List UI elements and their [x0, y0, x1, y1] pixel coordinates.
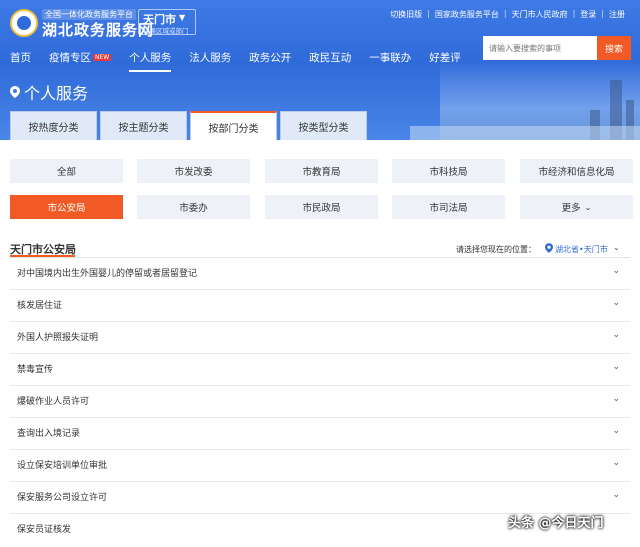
- link-register[interactable]: 注册: [604, 9, 630, 20]
- dept-more-button[interactable]: 更多 ⌄: [520, 195, 633, 219]
- caret-down-icon: ▼: [179, 13, 186, 22]
- service-item-label: 保安员证核发: [17, 525, 72, 535]
- link-city-government[interactable]: 天门市人民政府: [507, 9, 573, 20]
- new-badge: NEW: [93, 54, 112, 61]
- nav-legal-person-services[interactable]: 法人服务: [189, 46, 231, 72]
- nav-one-stop[interactable]: 一事联办: [369, 46, 411, 72]
- city-switcher[interactable]: 天门市 ▼ 切换区域或部门: [138, 9, 196, 35]
- tab-by-type[interactable]: 按类型分类: [280, 111, 367, 140]
- dept-economy-information[interactable]: 市经济和信息化局: [520, 159, 633, 183]
- link-national-platform[interactable]: 国家政务服务平台: [430, 9, 504, 20]
- chevron-down-icon: ⌄: [612, 490, 620, 500]
- service-item[interactable]: 禁毒宣传 ⌄: [10, 354, 630, 386]
- city-switch-hint: 切换区域或部门: [143, 27, 189, 35]
- chevron-down-icon: ⌄: [612, 426, 620, 436]
- dept-development-reform[interactable]: 市发改委: [137, 159, 250, 183]
- service-item[interactable]: 外国人护照报失证明 ⌄: [10, 322, 630, 354]
- nav-epidemic[interactable]: 疫情专区 NEW: [49, 46, 112, 72]
- dept-science-technology[interactable]: 市科技局: [392, 159, 505, 183]
- service-item[interactable]: 爆破作业人员许可 ⌄: [10, 386, 630, 418]
- dept-all[interactable]: 全部: [10, 159, 123, 183]
- location-pin-icon: [10, 86, 20, 98]
- nav-personal-services[interactable]: 个人服务: [129, 46, 172, 72]
- service-item-label: 保安服务公司设立许可: [17, 493, 108, 503]
- chevron-down-icon: ⌄: [612, 458, 620, 468]
- header-banner: 全国一体化政务服务平台 湖北政务服务网 天门市 ▼ 切换区域或部门 切换旧版 | …: [0, 0, 640, 140]
- source-watermark: 头条 @今日天门: [508, 516, 604, 531]
- nav-evaluation[interactable]: 好差评: [429, 46, 461, 72]
- service-item[interactable]: 设立保安培训单位审批 ⌄: [10, 450, 630, 482]
- nav-public-interaction[interactable]: 政民互动: [309, 46, 351, 72]
- lake-image: [410, 126, 640, 140]
- top-links: 切换旧版 | 国家政务服务平台 | 天门市人民政府 | 登录 | 注册: [385, 9, 630, 20]
- nav-government-affairs[interactable]: 政务公开: [249, 46, 291, 72]
- section-title-underline: [10, 255, 75, 257]
- page-title: 个人服务: [24, 84, 89, 103]
- location-label: 请选择您现在的位置：: [456, 245, 536, 254]
- chevron-down-icon: ⌄: [612, 394, 620, 404]
- chevron-down-icon: ⌄: [612, 362, 620, 372]
- link-old-version[interactable]: 切换旧版: [385, 9, 427, 20]
- dept-education[interactable]: 市教育局: [265, 159, 378, 183]
- service-item-label: 核发居住证: [17, 301, 63, 311]
- chevron-down-icon: ⌄: [612, 330, 620, 340]
- link-login[interactable]: 登录: [575, 9, 601, 20]
- chevron-down-icon: ⌄: [612, 266, 620, 276]
- tab-by-theme[interactable]: 按主题分类: [100, 111, 187, 140]
- service-item[interactable]: 核发居住证 ⌄: [10, 290, 630, 322]
- category-tabs: 按热度分类 按主题分类 按部门分类 按类型分类: [10, 111, 370, 140]
- service-item-label: 设立保安培训单位审批: [17, 461, 108, 471]
- search-input[interactable]: [483, 36, 597, 60]
- service-item-label: 爆破作业人员许可: [17, 397, 90, 407]
- service-item[interactable]: 查询出入境记录 ⌄: [10, 418, 630, 450]
- dept-civil-affairs[interactable]: 市民政局: [265, 195, 378, 219]
- chevron-down-icon[interactable]: ⌄: [613, 243, 620, 252]
- service-item-label: 禁毒宣传: [17, 365, 54, 375]
- search-button[interactable]: 搜索: [597, 36, 631, 60]
- tab-by-department[interactable]: 按部门分类: [190, 111, 277, 140]
- page-heading: 个人服务: [10, 80, 88, 104]
- main-nav: 首页 疫情专区 NEW 个人服务 法人服务 政务公开 政民互动 一事联办 好差评: [0, 46, 469, 72]
- dept-public-security[interactable]: 市公安局: [10, 195, 123, 219]
- chevron-down-icon: ⌄: [612, 298, 620, 308]
- site-logo-icon[interactable]: [10, 9, 38, 37]
- dept-party-committee-office[interactable]: 市委办: [137, 195, 250, 219]
- more-label: 更多: [561, 203, 581, 214]
- nav-home[interactable]: 首页: [10, 46, 31, 72]
- location-selector[interactable]: 湖北省•天门市: [555, 244, 608, 255]
- chevron-down-icon: ⌄: [584, 202, 592, 212]
- department-filter: 全部 市发改委 市教育局 市科技局 市经济和信息化局 市公安局 市委办 市民政局…: [0, 140, 640, 232]
- location-pin-icon: [545, 243, 553, 253]
- service-item-label: 查询出入境记录: [17, 429, 81, 439]
- service-item-label: 外国人护照报失证明: [17, 333, 99, 343]
- service-item-label: 对中国境内出生外国婴儿的停留或者居留登记: [17, 269, 198, 279]
- service-item[interactable]: 对中国境内出生外国婴儿的停留或者居留登记 ⌄: [10, 258, 630, 290]
- service-item[interactable]: 保安服务公司设立许可 ⌄: [10, 482, 630, 514]
- dept-justice[interactable]: 市司法局: [392, 195, 505, 219]
- site-subtitle: 全国一体化政务服务平台: [42, 9, 136, 20]
- tab-by-popularity[interactable]: 按热度分类: [10, 111, 97, 140]
